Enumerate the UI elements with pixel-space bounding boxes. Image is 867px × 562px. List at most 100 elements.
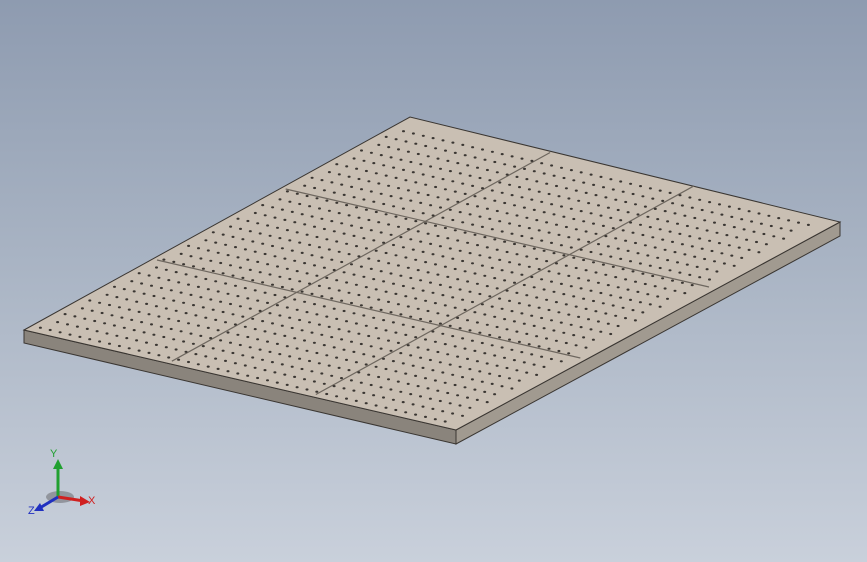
hole [394,254,398,257]
hole [194,275,198,278]
hole [243,364,247,367]
hole [463,192,467,195]
hole [579,210,583,213]
hole [327,287,331,290]
hole [256,376,260,380]
hole [404,333,408,336]
graphics-viewport[interactable]: Y X Z [0,0,867,562]
hole [656,256,660,259]
hole [352,312,356,315]
hole [579,287,583,290]
hole [759,222,763,225]
plate-top-face[interactable] [22,116,842,431]
hole [362,198,366,201]
hole [562,331,566,334]
hole [347,175,351,178]
hole [466,203,470,206]
hole [737,246,741,249]
hole [191,342,195,345]
hole [646,254,650,257]
hole [122,326,126,329]
hole [313,186,317,190]
hole [350,301,353,305]
model-view[interactable] [0,0,867,562]
reference-triad[interactable]: Y X Z [22,445,102,525]
hole [695,227,699,230]
hole [95,330,99,333]
hole [666,220,670,223]
hole [508,299,511,302]
hole [453,306,457,309]
hole [658,305,662,308]
hole [495,325,499,329]
hole [258,271,262,274]
hole [554,301,558,304]
hole [377,298,381,301]
hole [476,244,479,247]
hole [179,252,183,255]
hole [196,363,200,366]
hole [557,349,561,353]
hole [273,293,277,297]
hole [345,165,349,168]
hole [540,239,544,242]
hole [362,353,366,356]
hole [446,353,450,356]
hole [226,370,230,373]
hole [453,267,457,271]
hole [574,228,578,231]
hole [577,199,581,202]
hole [764,243,768,246]
hole [547,308,551,312]
hole [614,276,618,279]
hole [382,280,386,283]
hole [611,227,615,230]
hole [406,228,410,231]
hole [705,229,709,232]
hole [233,362,237,365]
hole [552,290,556,293]
hole [436,312,440,315]
hole [495,171,499,174]
hole [806,223,810,226]
hole [369,345,373,348]
hole [658,189,662,192]
hole [112,324,116,327]
hole [347,369,351,372]
hole [490,228,494,231]
hole [325,354,329,357]
hole [283,373,287,376]
hole [448,402,452,405]
hole [545,182,549,185]
hole [246,374,250,377]
hole [177,319,181,323]
hole [352,350,356,353]
hole [443,188,447,191]
hole [214,357,218,360]
hole [512,359,516,362]
hole [787,219,791,222]
hole [567,352,571,355]
hole [402,130,405,133]
hole [293,259,297,262]
hole [540,316,544,320]
hole [221,349,225,352]
hole [439,167,442,170]
hole [589,173,593,176]
hole [117,306,121,309]
hole [740,256,744,259]
hole [174,348,178,351]
hole [579,248,583,251]
hole [641,311,645,314]
hole [337,328,341,331]
hole [359,226,363,229]
hole [374,172,378,175]
hole [238,305,242,308]
hole [337,289,341,292]
hole [431,407,435,410]
hole [342,193,346,196]
hole [421,212,425,215]
hole [476,205,479,208]
hole [475,321,479,324]
hole [411,248,415,251]
